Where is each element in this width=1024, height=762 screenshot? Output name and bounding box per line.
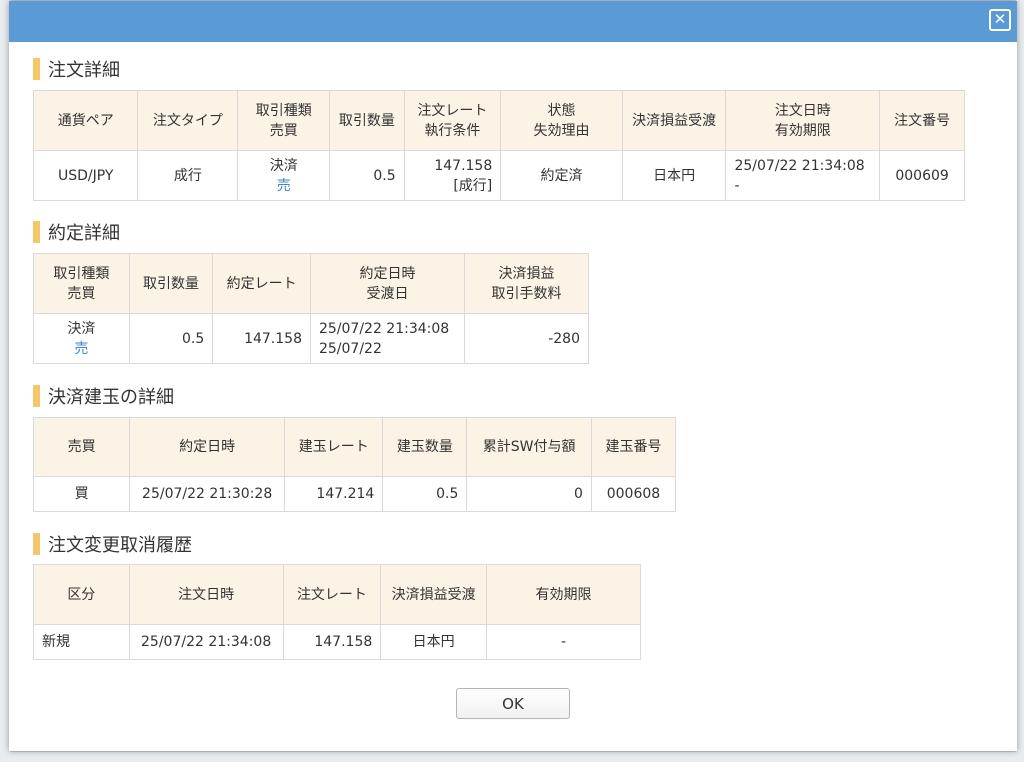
cell-category: 新規 bbox=[33, 624, 130, 660]
section-title-text: 決済建玉の詳細 bbox=[48, 387, 174, 408]
header-order-datetime: 注文日時 bbox=[128, 564, 284, 625]
cell-side-buy: 買 bbox=[32, 476, 131, 512]
cell-order-rate: 147.158 bbox=[282, 624, 382, 660]
table-header-row: 通貨ペア 注文タイプ 取引種類 売買 取引数量 注文レート 執行条件 状態 失効理由 … bbox=[32, 90, 965, 151]
cell-order-datetime: 25/07/22 21:34:08- bbox=[725, 150, 881, 201]
table-row: USD/JPY 成行 決済売 0.5 147.158 [成行] 約定済 日本円 2… bbox=[32, 150, 965, 201]
section-marker bbox=[33, 58, 40, 80]
execution-detail-table: 取引種類 売買 取引数量 約定レート 約定日時 受渡日 決済損益 取引手数料 決済売 … bbox=[33, 253, 589, 364]
table-row: 新規 25/07/22 21:34:08 147.158 日本円 - bbox=[33, 624, 642, 660]
cell-pair: USD/JPY bbox=[32, 150, 139, 201]
side-sell: 売 bbox=[276, 177, 291, 194]
table-header-row: 取引種類 売買 取引数量 約定レート 約定日時 受渡日 決済損益 取引手数料 bbox=[33, 253, 589, 314]
cell-exec-datetime: 25/07/22 21:30:28 bbox=[129, 476, 286, 512]
cell-expiry: - bbox=[485, 624, 642, 660]
dialog-titlebar: ✕ bbox=[9, 1, 1017, 42]
cell-status: 約定済 bbox=[500, 150, 623, 201]
cell-position-quantity: 0.5 bbox=[382, 476, 468, 512]
table-row: 買 25/07/22 21:30:28 147.214 0.5 0 000608 bbox=[32, 476, 677, 512]
cell-position-rate: 147.214 bbox=[284, 476, 384, 512]
background-bottom bbox=[0, 752, 1024, 762]
header-quantity: 取引数量 bbox=[128, 253, 214, 314]
side-sell: 売 bbox=[74, 340, 89, 357]
header-trade-kind: 取引種類 売買 bbox=[237, 90, 331, 151]
header-category: 区分 bbox=[33, 564, 130, 625]
cell-position-no: 000608 bbox=[590, 476, 677, 512]
header-order-type: 注文タイプ bbox=[137, 90, 239, 151]
header-position-rate: 建玉レート bbox=[284, 417, 384, 477]
header-trade-kind: 取引種類 売買 bbox=[33, 253, 130, 314]
section-title-history: 注文変更取消履歴 bbox=[33, 532, 192, 556]
header-order-no: 注文番号 bbox=[879, 90, 965, 151]
header-pair: 通貨ペア bbox=[32, 90, 139, 151]
cell-settlement: 日本円 bbox=[380, 624, 487, 660]
cell-exec-datetime: 25/07/22 21:34:08 25/07/22 bbox=[309, 313, 466, 364]
order-detail-dialog: ✕ 注文詳細 通貨ペア 注文タイプ 取引種類 売買 取引数量 注文レート 執行条件 … bbox=[9, 1, 1017, 751]
background-right bbox=[1016, 0, 1024, 762]
history-table: 区分 注文日時 注文レート 決済損益受渡 有効期限 新規 25/07/22 21… bbox=[33, 564, 642, 660]
header-order-rate: 注文レート bbox=[282, 564, 382, 625]
header-position-quantity: 建玉数量 bbox=[382, 417, 468, 477]
header-settlement: 決済損益受渡 bbox=[621, 90, 727, 151]
cell-exec-rate: 147.158 bbox=[212, 313, 311, 364]
header-exec-datetime: 約定日時 bbox=[129, 417, 286, 477]
cell-trade-kind: 決済売 bbox=[33, 313, 130, 364]
cell-order-type: 成行 bbox=[137, 150, 239, 201]
table-row: 決済売 0.5 147.158 25/07/22 21:34:08 25/07/2… bbox=[33, 313, 589, 364]
section-title-position-detail: 決済建玉の詳細 bbox=[33, 384, 174, 408]
header-position-no: 建玉番号 bbox=[590, 417, 677, 477]
position-detail-table: 売買 約定日時 建玉レート 建玉数量 累計SW付与額 建玉番号 買 25/07/… bbox=[32, 417, 677, 512]
cell-pnl: -280 bbox=[464, 313, 589, 364]
cell-swap-total: 0 bbox=[466, 476, 592, 512]
section-title-execution-detail: 約定詳細 bbox=[33, 220, 120, 244]
section-marker bbox=[33, 385, 40, 407]
header-side: 売買 bbox=[32, 417, 131, 477]
cell-order-no: 000609 bbox=[879, 150, 965, 201]
header-rate: 注文レート 執行条件 bbox=[403, 90, 502, 151]
header-status: 状態 失効理由 bbox=[500, 90, 623, 151]
order-detail-table: 通貨ペア 注文タイプ 取引種類 売買 取引数量 注文レート 執行条件 状態 失効理由 … bbox=[32, 90, 965, 201]
header-pnl: 決済損益 取引手数料 bbox=[464, 253, 589, 314]
header-quantity: 取引数量 bbox=[329, 90, 405, 151]
section-title-text: 注文詳細 bbox=[48, 60, 120, 81]
cell-settlement: 日本円 bbox=[621, 150, 727, 201]
table-header-row: 区分 注文日時 注文レート 決済損益受渡 有効期限 bbox=[33, 564, 642, 625]
section-marker bbox=[33, 221, 40, 243]
table-header-row: 売買 約定日時 建玉レート 建玉数量 累計SW付与額 建玉番号 bbox=[32, 417, 677, 477]
header-exec-rate: 約定レート bbox=[212, 253, 311, 314]
section-title-text: 約定詳細 bbox=[48, 223, 120, 244]
cell-order-datetime: 25/07/22 21:34:08 bbox=[128, 624, 284, 660]
cell-trade-kind: 決済売 bbox=[237, 150, 331, 201]
section-marker bbox=[33, 533, 40, 555]
section-title-order-detail: 注文詳細 bbox=[33, 57, 120, 81]
close-icon[interactable]: ✕ bbox=[989, 9, 1011, 31]
header-expiry: 有効期限 bbox=[485, 564, 642, 625]
cell-quantity: 0.5 bbox=[128, 313, 214, 364]
header-settlement: 決済損益受渡 bbox=[380, 564, 487, 625]
cell-rate: 147.158 [成行] bbox=[403, 150, 502, 201]
section-title-text: 注文変更取消履歴 bbox=[48, 535, 192, 556]
header-exec-datetime: 約定日時 受渡日 bbox=[309, 253, 466, 314]
cell-quantity: 0.5 bbox=[329, 150, 405, 201]
ok-button[interactable]: OK bbox=[456, 688, 570, 719]
header-swap-total: 累計SW付与額 bbox=[466, 417, 592, 477]
header-order-datetime: 注文日時 有効期限 bbox=[725, 90, 881, 151]
